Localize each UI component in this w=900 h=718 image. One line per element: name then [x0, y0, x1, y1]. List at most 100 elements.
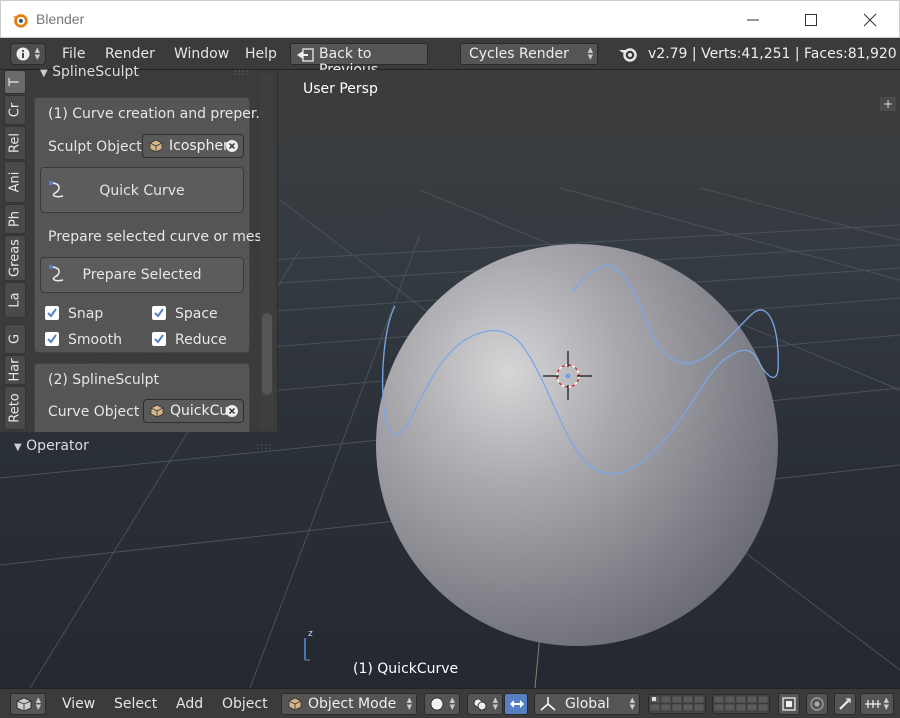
layer-lock-icon	[782, 697, 796, 711]
menu-select[interactable]: Select	[114, 696, 157, 712]
reduce-label: Reduce	[175, 332, 227, 348]
collapse-arrow-icon: ▼	[14, 442, 22, 453]
window-title: Blender	[36, 11, 85, 27]
layers-grid-2[interactable]	[712, 694, 770, 714]
title-bar: Blender	[0, 0, 900, 38]
tab-label: T	[7, 78, 23, 86]
sculpt-object-field[interactable]: Icospher	[142, 134, 244, 158]
transform-orientation-select[interactable]: Global ▲ ▼	[534, 693, 640, 715]
properties-toggle-button[interactable]: +	[880, 97, 896, 111]
layers-icon	[713, 695, 769, 712]
menu-file[interactable]: File	[62, 46, 85, 62]
quick-curve-label: Quick Curve	[99, 183, 185, 199]
panel-header-splinesculpt[interactable]: ▼ SplineSculpt	[40, 64, 139, 80]
updown-arrows-icon: ▲ ▼	[629, 696, 635, 711]
operator-panel-header[interactable]: ▼ Operator	[14, 438, 89, 454]
axis-gizmo-icon: z	[304, 629, 313, 661]
maximize-icon	[805, 14, 817, 26]
layers-grid-1[interactable]	[648, 694, 706, 714]
smooth-checkbox[interactable]	[45, 332, 59, 346]
proportional-edit-icon	[810, 697, 824, 711]
snap-checkbox[interactable]	[45, 306, 59, 320]
tab-label: Ani	[7, 171, 23, 193]
menu-window[interactable]: Window	[174, 46, 229, 62]
pivot-point-select[interactable]: ▲ ▼	[467, 693, 503, 715]
interaction-mode-select[interactable]: Object Mode ▲ ▼	[281, 693, 417, 715]
pivot-icon	[473, 698, 487, 711]
checkmark-icon	[154, 308, 164, 318]
prepare-selected-label: Prepare Selected	[82, 267, 202, 283]
sculpt-object-value: Icospher	[169, 138, 229, 154]
back-to-previous-button[interactable]: Back to Previous	[290, 43, 428, 78]
snap-toggle-button[interactable]	[834, 693, 856, 715]
menu-view[interactable]: View	[62, 696, 95, 712]
orientation-icon	[540, 697, 556, 711]
prepare-text: Prepare selected curve or mesh	[48, 229, 271, 245]
tool-shelf-tabs: T Cr Rel Ani Ph Greas La G Har Reto	[4, 70, 26, 432]
cube-icon	[149, 139, 163, 153]
snap-element-select[interactable]: ▲ ▼	[860, 693, 894, 715]
clear-icon[interactable]	[225, 139, 239, 153]
tab-label: Cr	[7, 102, 23, 118]
minimize-icon	[747, 19, 759, 21]
close-icon	[863, 13, 877, 27]
updown-arrows-icon: ▲ ▼	[449, 696, 455, 711]
curve-object-field[interactable]: QuickCu	[143, 399, 244, 423]
curve-object-label: Curve Object	[48, 404, 140, 420]
magnet-icon	[839, 698, 851, 710]
panel-grip-icon[interactable]: ::::	[256, 442, 272, 452]
editor-type-button[interactable]: ▲ ▼	[10, 43, 46, 65]
tool-shelf: T Cr Rel Ani Ph Greas La G Har Reto ▼ Sp…	[0, 64, 278, 454]
scrollbar-thumb[interactable]	[262, 313, 272, 395]
tab-animation[interactable]: Ani	[4, 161, 26, 203]
tab-g[interactable]: G	[4, 324, 26, 354]
collapse-arrow-icon: ▼	[40, 68, 48, 79]
close-button[interactable]	[850, 7, 890, 33]
menu-object[interactable]: Object	[222, 696, 268, 712]
tab-label: Har	[7, 358, 23, 382]
tab-label: La	[7, 292, 23, 308]
view-label: User Persp	[303, 81, 378, 97]
transform-orientation-value: Global	[565, 696, 610, 712]
blender-logo-icon	[619, 48, 637, 62]
snap-increment-icon	[865, 700, 881, 708]
tab-create[interactable]: Cr	[4, 95, 26, 125]
menu-help[interactable]: Help	[245, 46, 277, 62]
updown-arrows-icon: ▲ ▼	[883, 696, 889, 711]
sculpt-object-label: Sculpt Object	[48, 139, 142, 155]
render-engine-select[interactable]: Cycles Render ▲ ▼	[460, 43, 598, 65]
back-arrow-icon	[297, 48, 314, 62]
menu-add[interactable]: Add	[176, 696, 203, 712]
tab-la[interactable]: La	[4, 282, 26, 318]
tab-har[interactable]: Har	[4, 355, 26, 385]
scene-statistics: v2.79 | Verts:41,251 | Faces:81,920 | Tr…	[648, 46, 900, 62]
info-icon	[16, 47, 30, 61]
blender-logo-icon	[12, 14, 28, 28]
maximize-button[interactable]	[791, 7, 831, 33]
tab-physics[interactable]: Ph	[4, 204, 26, 234]
tab-retopo[interactable]: Reto	[4, 386, 26, 430]
lock-camera-button[interactable]	[778, 693, 800, 715]
transform-arrows-icon	[510, 700, 524, 708]
clear-icon[interactable]	[225, 404, 239, 418]
menu-render[interactable]: Render	[105, 46, 155, 62]
minimize-button[interactable]	[733, 7, 773, 33]
tab-label: Greas	[7, 239, 23, 277]
updown-arrows-icon: ▲ ▼	[406, 696, 412, 711]
tab-tools[interactable]: T	[4, 70, 26, 94]
panel-grip-icon[interactable]: ::::	[234, 68, 250, 78]
icosphere-object[interactable]	[376, 244, 778, 646]
prepare-selected-button[interactable]: Prepare Selected	[40, 257, 244, 293]
editor-type-button[interactable]: ▲ ▼	[10, 693, 46, 715]
quick-curve-button[interactable]: Quick Curve	[40, 167, 244, 213]
manipulator-toggle[interactable]	[504, 693, 528, 715]
updown-arrows-icon: ▲ ▼	[587, 46, 593, 61]
cube-icon	[288, 697, 302, 711]
reduce-checkbox[interactable]	[152, 332, 166, 346]
proportional-edit-button[interactable]	[806, 693, 828, 715]
shading-select[interactable]: ▲ ▼	[424, 693, 460, 715]
tab-relations[interactable]: Rel	[4, 126, 26, 160]
space-checkbox[interactable]	[152, 306, 166, 320]
checkmark-icon	[154, 334, 164, 344]
tab-grease-pencil[interactable]: Greas	[4, 235, 26, 281]
